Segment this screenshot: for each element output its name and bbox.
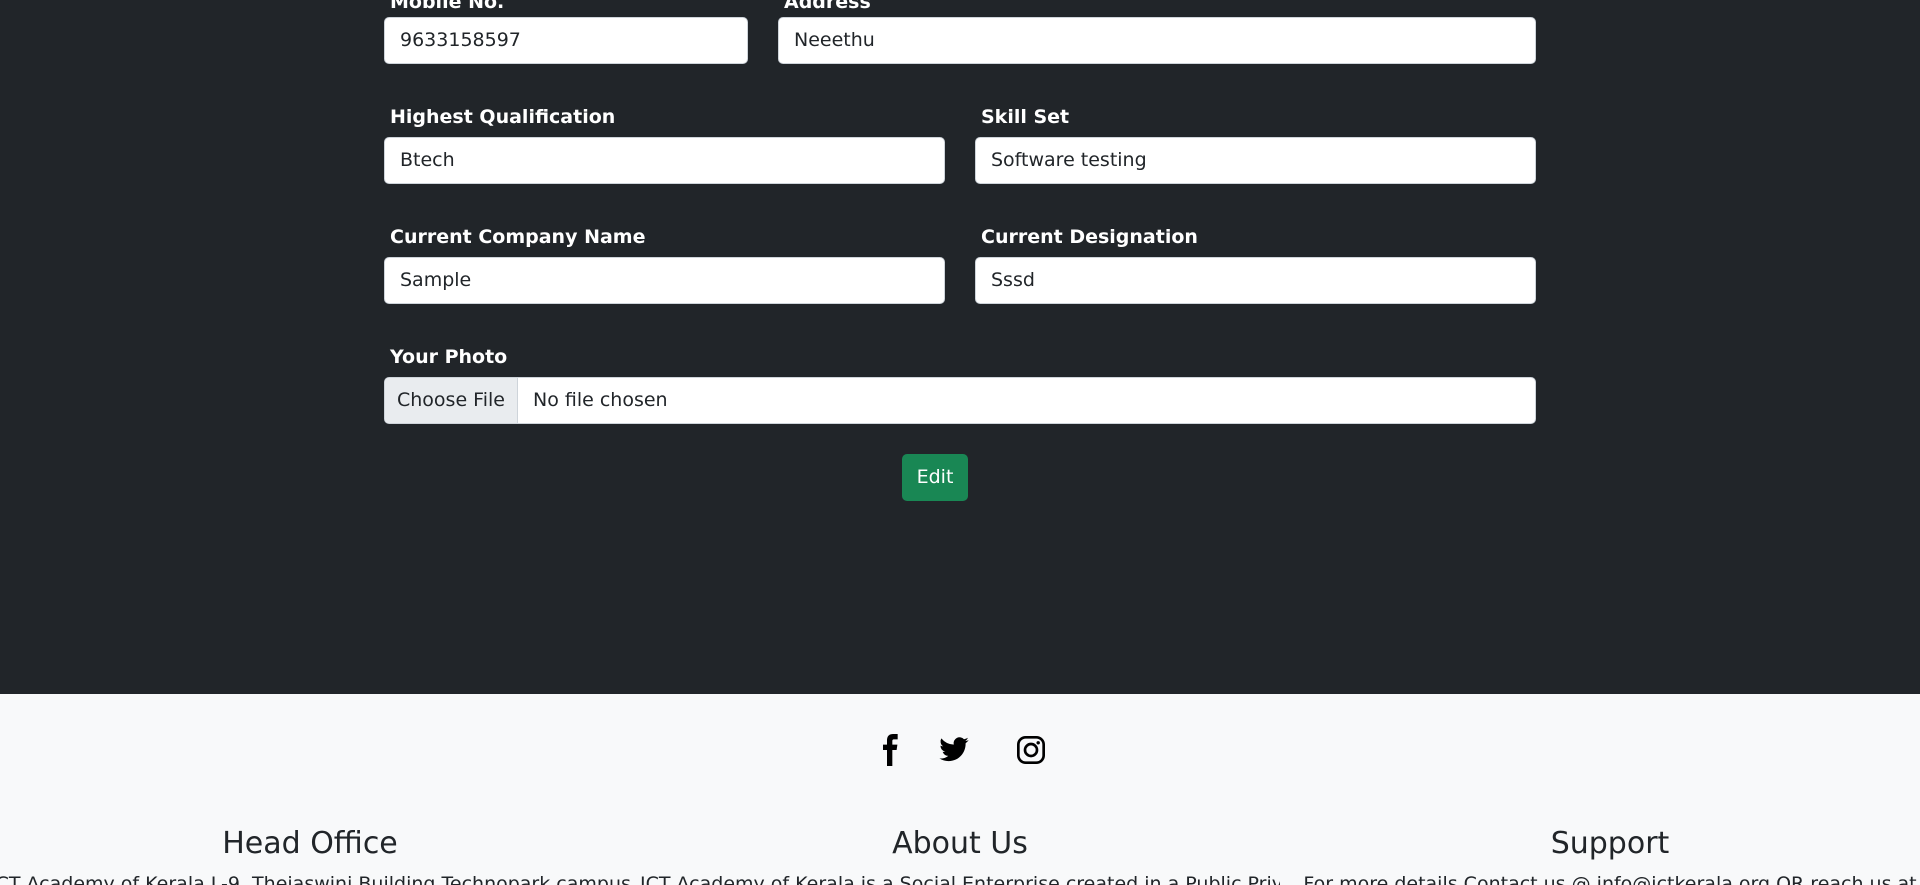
about-us-text: ICT Academy of Kerala is a Social Enterp… <box>640 873 1280 885</box>
twitter-icon[interactable] <box>938 734 970 766</box>
qualification-input[interactable]: Btech <box>384 137 945 184</box>
company-input[interactable]: Sample <box>384 257 945 304</box>
support-title: Support <box>1550 826 1670 861</box>
photo-label: Your Photo <box>390 346 508 368</box>
qualification-label: Highest Qualification <box>390 106 616 128</box>
skills-input[interactable]: Software testing <box>975 137 1536 184</box>
footer: Head Office ICT Academy of Kerala L-9, T… <box>0 694 1920 885</box>
address-label: Address <box>784 0 871 13</box>
designation-input[interactable]: Sssd <box>975 257 1536 304</box>
mobile-input[interactable]: 9633158597 <box>384 17 748 64</box>
facebook-icon[interactable] <box>875 734 907 766</box>
profile-edit-section: Mobile No. 9633158597 Address Neeethu Hi… <box>0 0 1920 694</box>
instagram-icon[interactable] <box>1015 734 1047 766</box>
file-status-text: No file chosen <box>533 389 668 411</box>
support-text: For more details Contact us @ info@ictke… <box>1303 873 1917 885</box>
choose-file-button[interactable]: Choose File <box>385 378 518 423</box>
about-us-title: About Us <box>892 826 1028 861</box>
skills-label: Skill Set <box>981 106 1070 128</box>
edit-button[interactable]: Edit <box>902 454 968 501</box>
photo-file-input[interactable]: Choose File No file chosen <box>384 377 1536 424</box>
company-label: Current Company Name <box>390 226 646 248</box>
head-office-text: ICT Academy of Kerala L-9, Thejaswini Bu… <box>0 873 630 885</box>
head-office-title: Head Office <box>222 826 398 861</box>
designation-label: Current Designation <box>981 226 1198 248</box>
address-input[interactable]: Neeethu <box>778 17 1536 64</box>
mobile-label: Mobile No. <box>390 0 505 13</box>
